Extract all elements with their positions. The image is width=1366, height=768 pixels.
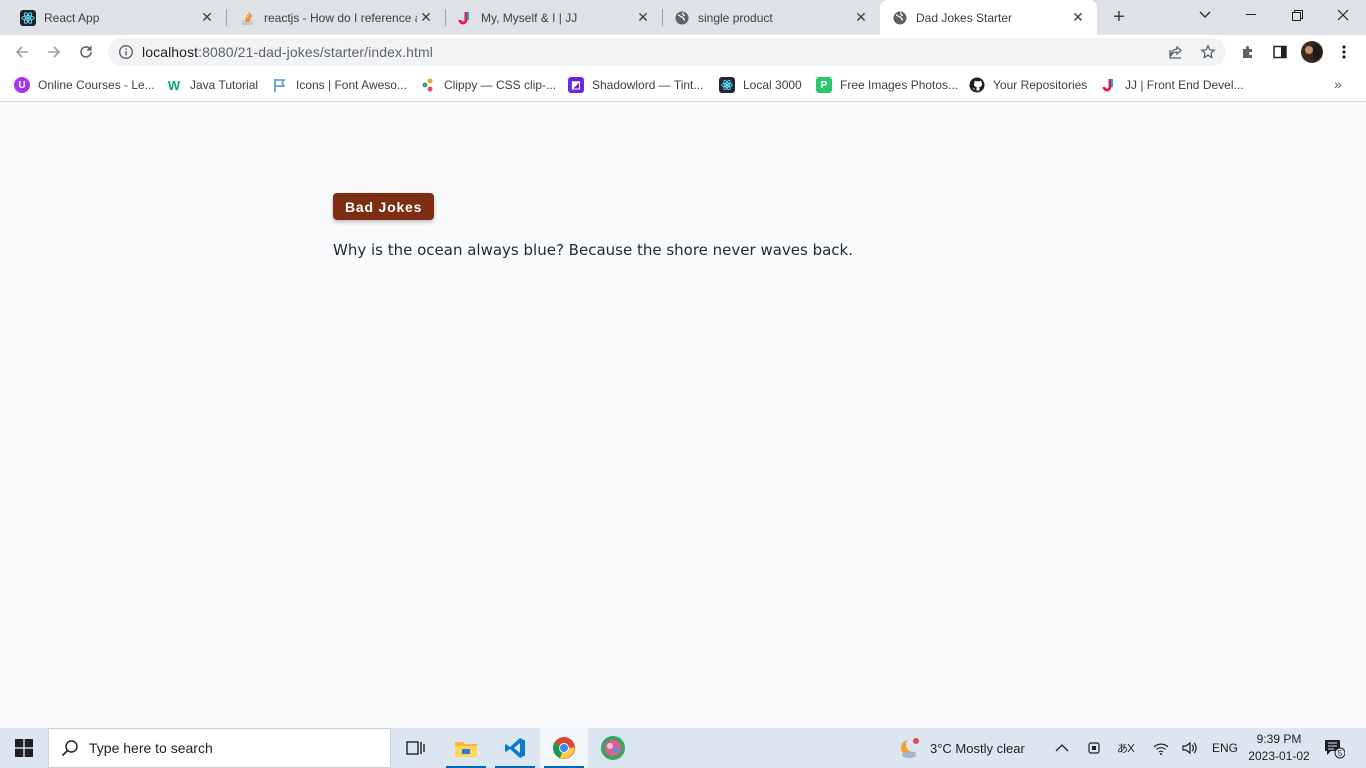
reload-icon[interactable]	[72, 38, 100, 66]
bookmark-label: Your Repositories	[993, 78, 1088, 92]
shadowlord-icon: ◩	[568, 77, 584, 93]
bookmark-label: Local 3000	[743, 78, 802, 92]
notification-count: 5	[1338, 749, 1343, 758]
extensions-icon[interactable]	[1235, 39, 1261, 65]
tab-title: React App	[44, 10, 100, 25]
weather-moon-icon	[898, 736, 922, 760]
bookmark-label: Shadowlord — Tint...	[592, 78, 704, 92]
vscode-icon[interactable]	[491, 728, 539, 768]
notification-center-icon[interactable]: 5	[1323, 728, 1345, 768]
tab-dad-jokes-starter[interactable]: Dad Jokes Starter ✕	[880, 0, 1097, 35]
pixabay-icon: P	[816, 77, 832, 93]
close-tab-icon[interactable]: ✕	[1069, 9, 1087, 27]
globe-icon	[674, 10, 690, 26]
side-panel-icon[interactable]	[1267, 39, 1293, 65]
site-info-icon[interactable]	[118, 44, 134, 60]
close-window-icon[interactable]	[1320, 0, 1366, 30]
tab-title: reactjs - How do I reference a	[264, 10, 417, 25]
bookmark-clippy[interactable]: Clippy — CSS clip-...	[420, 76, 556, 94]
tab-react-app[interactable]: React App ✕	[0, 0, 226, 35]
tab-stackoverflow[interactable]: reactjs - How do I reference a ✕	[220, 0, 445, 35]
bad-jokes-button[interactable]: Bad Jokes	[333, 193, 435, 220]
bookmark-shadowlord[interactable]: ◩ Shadowlord — Tint...	[568, 76, 703, 94]
joke-text: Why is the ocean always blue? Because th…	[333, 241, 854, 259]
address-bar[interactable]: localhost:8080/21-dad-jokes/starter/inde…	[108, 38, 1226, 66]
bookmark-label: JJ | Front End Devel...	[1125, 78, 1244, 92]
url-text: localhost:8080/21-dad-jokes/starter/inde…	[142, 44, 433, 60]
taskbar-search-box[interactable]: Type here to search	[48, 728, 391, 768]
wifi-icon[interactable]	[1152, 728, 1170, 768]
bookmark-label: Java Tutorial	[190, 78, 259, 92]
url-path: :8080/21-dad-jokes/starter/index.html	[198, 44, 433, 60]
tab-title: single product	[698, 10, 773, 25]
url-host: localhost	[142, 44, 199, 60]
bookmark-star-icon[interactable]	[1195, 39, 1221, 65]
back-icon[interactable]	[8, 38, 36, 66]
weather-text: 3°C Mostly clear	[930, 740, 1025, 756]
bookmarks-bar: U Online Courses - Le... W Java Tutorial…	[0, 69, 1366, 102]
search-icon	[61, 739, 79, 757]
volume-icon[interactable]	[1181, 728, 1199, 768]
browser-toolbar: localhost:8080/21-dad-jokes/starter/inde…	[0, 35, 1366, 69]
bookmark-label: Free Images Photos...	[840, 78, 959, 92]
more-bookmarks-icon[interactable]: »	[1334, 76, 1342, 92]
chrome-menu-icon[interactable]	[1331, 39, 1357, 65]
close-tab-icon[interactable]: ✕	[634, 9, 652, 27]
bookmark-free-images[interactable]: P Free Images Photos...	[816, 76, 958, 94]
tab-jj-portfolio[interactable]: My, Myself & I | JJ ✕	[437, 0, 662, 35]
bookmark-label: Online Courses - Le...	[38, 78, 155, 92]
bookmark-font-awesome[interactable]: Icons | Font Aweso...	[272, 76, 407, 94]
clock-time: 9:39 PM	[1256, 732, 1302, 746]
forward-icon[interactable]	[40, 38, 68, 66]
page-content: Bad Jokes Why is the ocean always blue? …	[0, 103, 1366, 728]
clippy-icon	[420, 77, 436, 93]
share-icon[interactable]	[1163, 39, 1189, 65]
chrome-icon[interactable]	[540, 728, 588, 768]
task-view-icon[interactable]	[392, 728, 440, 768]
show-hidden-icons-icon[interactable]	[1055, 728, 1069, 768]
close-tab-icon[interactable]: ✕	[417, 9, 435, 27]
flag-icon	[272, 77, 288, 93]
svg-text:あ: あ	[1117, 742, 1128, 755]
close-tab-icon[interactable]: ✕	[852, 9, 870, 27]
jj-logo-icon	[457, 10, 473, 26]
profile-avatar[interactable]	[1299, 39, 1325, 65]
udemy-icon: U	[14, 77, 30, 93]
browser-app-icon[interactable]	[589, 728, 637, 768]
restore-icon[interactable]	[1274, 0, 1320, 30]
browser-tab-strip: React App ✕ reactjs - How do I reference…	[0, 0, 1366, 35]
tab-title: My, Myself & I | JJ	[481, 10, 578, 25]
bookmark-label: Icons | Font Aweso...	[296, 78, 407, 92]
w3schools-icon: W	[167, 77, 181, 93]
file-explorer-icon[interactable]	[442, 728, 490, 768]
globe-icon	[892, 10, 908, 26]
tab-search-chevron-icon[interactable]	[1182, 0, 1228, 30]
windows-start-icon[interactable]	[0, 728, 48, 768]
react-icon	[719, 77, 735, 93]
weather-widget[interactable]: 3°C Mostly clear	[898, 728, 1025, 768]
bookmark-java-tutorial[interactable]: W Java Tutorial	[166, 76, 258, 94]
github-icon	[969, 77, 985, 93]
search-placeholder: Type here to search	[89, 740, 213, 756]
language-indicator[interactable]: ENG	[1212, 728, 1238, 768]
close-tab-icon[interactable]: ✕	[198, 9, 216, 27]
react-icon	[20, 9, 36, 26]
minimize-icon[interactable]	[1228, 0, 1274, 30]
taskbar-clock[interactable]: 9:39 PM 2023-01-02	[1244, 731, 1314, 765]
input-method-icon[interactable]: あ	[1117, 728, 1135, 768]
bookmark-local-3000[interactable]: Local 3000	[719, 76, 802, 94]
bookmark-label: Clippy — CSS clip-...	[444, 78, 557, 92]
jj-logo-icon	[1101, 77, 1117, 93]
tab-single-product[interactable]: single product ✕	[654, 0, 880, 35]
stackoverflow-icon	[240, 10, 256, 26]
bookmark-jj-front-end[interactable]: JJ | Front End Devel...	[1101, 76, 1244, 94]
meet-now-icon[interactable]	[1087, 728, 1103, 768]
windows-taskbar: Type here to search 3°C Mostly clear あ E…	[0, 728, 1366, 768]
tab-title: Dad Jokes Starter	[916, 10, 1013, 25]
new-tab-button[interactable]: +	[1108, 6, 1130, 28]
bookmark-your-repositories[interactable]: Your Repositories	[969, 76, 1087, 94]
bookmark-online-courses[interactable]: U Online Courses - Le...	[14, 76, 155, 94]
clock-date: 2023-01-02	[1248, 749, 1310, 763]
